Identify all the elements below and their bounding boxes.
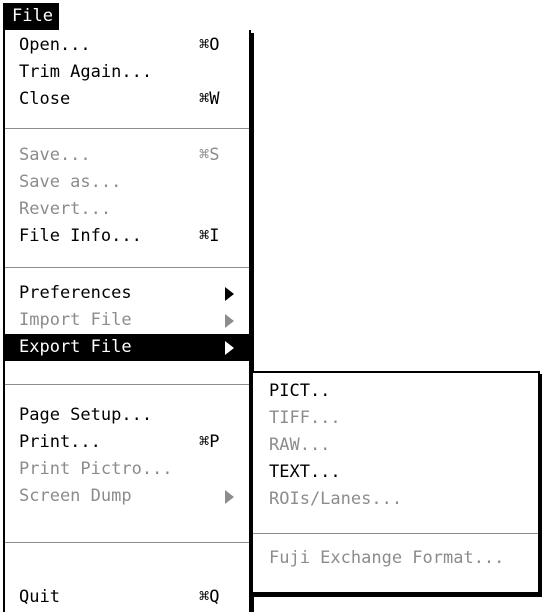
menu-separator xyxy=(5,542,249,543)
submenu-arrow-icon xyxy=(225,314,234,328)
shortcut-label: ⌘W xyxy=(199,89,220,109)
submenu-arrow-icon xyxy=(225,490,234,504)
menu-item-label: Open... xyxy=(19,35,91,55)
submenu-item-text[interactable]: TEXT... xyxy=(253,459,538,486)
menu-item-print[interactable]: Print... ⌘P xyxy=(5,429,249,456)
export-file-submenu: PICT.. TIFF... RAW... TEXT... ROIs/Lanes… xyxy=(251,371,540,594)
menu-item-label: Save as... xyxy=(19,172,122,192)
submenu-item-label: ROIs/Lanes... xyxy=(269,489,403,509)
file-menu: Open... ⌘O Trim Again... Close ⌘W Save..… xyxy=(3,30,251,612)
shortcut-label: ⌘S xyxy=(199,145,220,165)
shortcut-label: ⌘O xyxy=(199,35,220,55)
menu-separator xyxy=(5,384,249,385)
menu-item-label: File Info... xyxy=(19,226,142,246)
menu-item-label: Quit xyxy=(19,587,60,607)
submenu-item-label: RAW... xyxy=(269,435,331,455)
menu-item-import-file[interactable]: Import File xyxy=(5,307,249,334)
menu-item-preferences[interactable]: Preferences xyxy=(5,280,249,307)
menu-item-quit[interactable]: Quit ⌘Q xyxy=(5,584,249,611)
shortcut-label: ⌘P xyxy=(199,432,220,452)
submenu-item-raw[interactable]: RAW... xyxy=(253,432,538,459)
menu-item-save[interactable]: Save... ⌘S xyxy=(5,142,249,169)
file-menu-title[interactable]: File xyxy=(3,3,59,30)
menu-item-label: Import File xyxy=(19,310,132,330)
menu-item-label: Print... xyxy=(19,432,101,452)
menu-item-label: Preferences xyxy=(19,283,132,303)
menu-item-label: Close xyxy=(19,89,71,109)
menu-item-screen-dump[interactable]: Screen Dump xyxy=(5,483,249,510)
menu-item-label: Export File xyxy=(19,337,132,357)
menu-item-page-setup[interactable]: Page Setup... xyxy=(5,402,249,429)
menu-item-open[interactable]: Open... ⌘O xyxy=(5,32,249,59)
submenu-arrow-icon xyxy=(225,287,234,301)
menu-separator xyxy=(5,267,249,268)
menu-item-file-info[interactable]: File Info... ⌘I xyxy=(5,223,249,250)
menu-item-label: Page Setup... xyxy=(19,405,153,425)
menu-item-trim-again[interactable]: Trim Again... xyxy=(5,59,249,86)
submenu-shadow xyxy=(254,594,542,597)
submenu-item-rois-lanes[interactable]: ROIs/Lanes... xyxy=(253,486,538,513)
submenu-item-tiff[interactable]: TIFF... xyxy=(253,405,538,432)
submenu-separator xyxy=(253,533,538,534)
submenu-item-pict[interactable]: PICT.. xyxy=(253,378,538,405)
menu-item-export-file[interactable]: Export File xyxy=(5,334,249,361)
menu-item-label: Trim Again... xyxy=(19,62,153,82)
submenu-arrow-icon xyxy=(225,341,234,355)
menu-item-label: Print Pictro... xyxy=(19,459,173,479)
menu-item-print-pictro[interactable]: Print Pictro... xyxy=(5,456,249,483)
menu-item-close[interactable]: Close ⌘W xyxy=(5,86,249,113)
menu-separator xyxy=(5,128,249,129)
submenu-item-label: PICT.. xyxy=(269,381,331,401)
submenu-item-label: TEXT... xyxy=(269,462,341,482)
menu-item-revert[interactable]: Revert... xyxy=(5,196,249,223)
menu-item-label: Save... xyxy=(19,145,91,165)
shortcut-label: ⌘I xyxy=(199,226,220,246)
shortcut-label: ⌘Q xyxy=(199,587,220,607)
menu-item-save-as[interactable]: Save as... xyxy=(5,169,249,196)
menu-item-label: Screen Dump xyxy=(19,486,132,506)
menu-item-label: Revert... xyxy=(19,199,112,219)
submenu-item-fuji-exchange-format[interactable]: Fuji Exchange Format... xyxy=(253,545,538,572)
submenu-item-label: Fuji Exchange Format... xyxy=(269,548,505,568)
submenu-item-label: TIFF... xyxy=(269,408,341,428)
